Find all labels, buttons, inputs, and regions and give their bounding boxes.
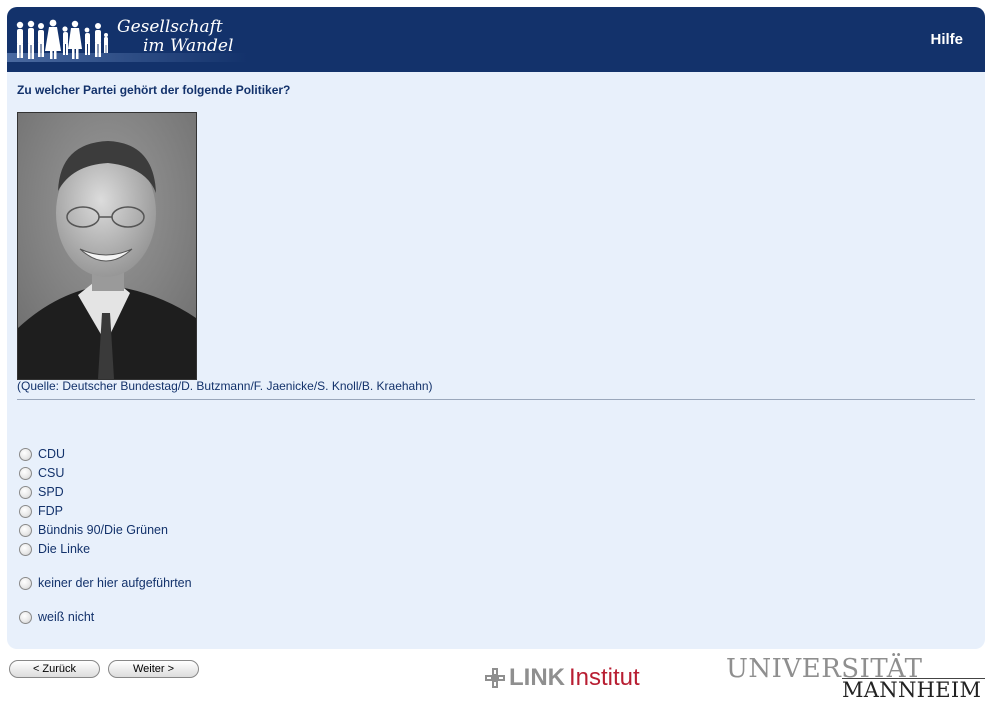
gesellschaft-im-wandel-logo: Gesellschaft im Wandel [7,7,247,72]
option-label: Die Linke [38,542,91,556]
question-text: Zu welcher Partei gehört der folgende Po… [17,83,291,97]
option-label: CDU [38,447,66,461]
next-button[interactable]: Weiter > [108,660,199,678]
radio-button[interactable] [19,610,32,624]
institut-wordmark: Institut [569,664,640,691]
option-dont-know[interactable]: weiß nicht [19,610,94,624]
option-cdu[interactable]: CDU [19,447,65,461]
option-linke[interactable]: Die Linke [19,542,90,556]
radio-button[interactable] [19,504,32,518]
option-gruene[interactable]: Bündnis 90/Die Grünen [19,523,168,537]
option-label: Bündnis 90/Die Grünen [38,523,168,537]
radio-button[interactable] [19,542,32,556]
radio-button[interactable] [19,523,32,537]
link-wordmark: LINK [509,664,565,691]
radio-button[interactable] [19,576,32,590]
radio-button[interactable] [19,466,32,480]
politician-photo [17,112,197,380]
option-label: weiß nicht [38,610,95,624]
option-spd[interactable]: SPD [19,485,64,499]
logo-text-line2: im Wandel [143,36,234,56]
back-button[interactable]: < Zurück [9,660,100,678]
photo-source-caption: (Quelle: Deutscher Bundestag/D. Butzmann… [17,379,433,393]
option-label: FDP [38,504,63,518]
divider [17,399,975,400]
option-none-listed[interactable]: keiner der hier aufgeführten [19,576,192,590]
radio-button[interactable] [19,447,32,461]
help-link[interactable]: Hilfe [930,31,963,48]
option-csu[interactable]: CSU [19,466,64,480]
logo-text-line1: Gesellschaft [117,17,223,37]
link-institut-logo: LINK Institut [485,664,640,692]
option-label: SPD [38,485,64,499]
survey-panel: Gesellschaft im Wandel Hilfe Zu welcher … [7,7,985,649]
option-label: CSU [38,466,65,480]
option-label: keiner der hier aufgeführten [38,576,192,590]
radio-button[interactable] [19,485,32,499]
university-wordmark-line2: MANNHEIM [842,678,982,702]
option-fdp[interactable]: FDP [19,504,63,518]
link-cross-icon [485,668,505,688]
header-bar: Gesellschaft im Wandel Hilfe [7,7,985,72]
